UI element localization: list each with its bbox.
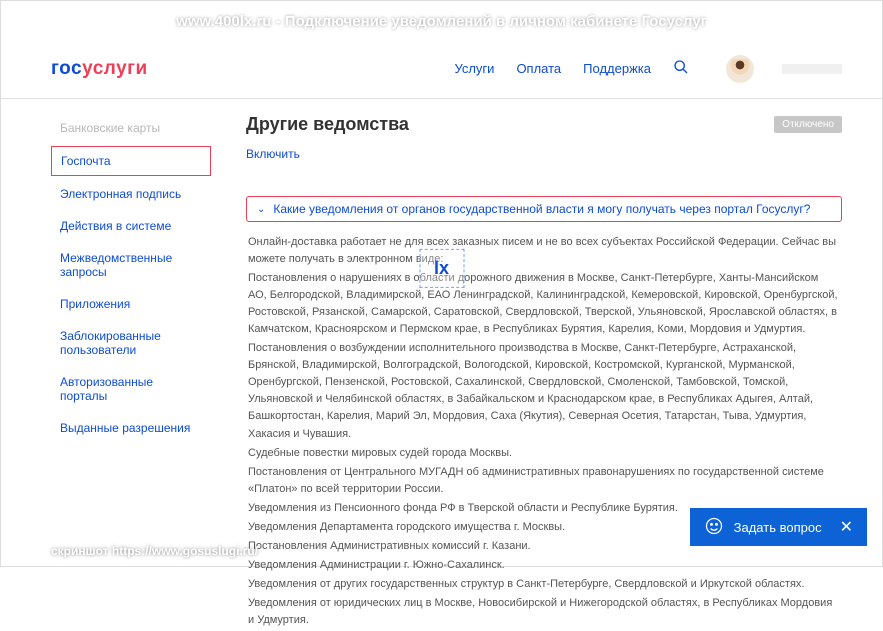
- username-placeholder: [782, 64, 842, 74]
- content-p5: Постановления от Центрального МУГАДН об …: [248, 464, 840, 498]
- content-text: Онлайн-доставка работает не для всех зак…: [246, 234, 842, 629]
- logo-part2: услуги: [82, 58, 148, 79]
- sidebar-item-permissions[interactable]: Выданные разрешения: [51, 414, 211, 442]
- search-icon[interactable]: [673, 59, 689, 78]
- content-p10: Уведомления от других государственных ст…: [248, 576, 840, 593]
- page-title: Другие ведомства: [246, 114, 409, 135]
- watermark-top: www.400lx.ru - Подключение уведомлений в…: [1, 13, 882, 30]
- sidebar-item-apps[interactable]: Приложения: [51, 290, 211, 318]
- chevron-down-icon: ⌄: [257, 204, 265, 215]
- content-p1: Онлайн-доставка работает не для всех зак…: [248, 234, 840, 268]
- chat-icon: [704, 516, 724, 539]
- sidebar-item-blocked[interactable]: Заблокированные пользователи: [51, 322, 211, 364]
- enable-link[interactable]: Включить: [246, 147, 300, 161]
- chat-label: Задать вопрос: [734, 520, 822, 535]
- logo[interactable]: госуслуги: [51, 58, 148, 80]
- sidebar-item-bank-cards[interactable]: Банковские карты: [51, 114, 211, 142]
- sidebar-item-esignature[interactable]: Электронная подпись: [51, 180, 211, 208]
- content-p4: Судебные повестки мировых судей города М…: [248, 445, 840, 462]
- sidebar-item-authorized[interactable]: Авторизованные порталы: [51, 368, 211, 410]
- status-badge: Отключено: [774, 116, 842, 133]
- close-icon[interactable]: ✕: [840, 517, 853, 537]
- logo-part1: гос: [51, 58, 82, 79]
- top-nav: Услуги Оплата Поддержка: [454, 55, 842, 83]
- sidebar-item-actions[interactable]: Действия в системе: [51, 212, 211, 240]
- content-p11: Уведомления от юридических лиц в Москве,…: [248, 595, 840, 629]
- sidebar-item-gospochta[interactable]: Госпочта: [51, 146, 211, 176]
- nav-services[interactable]: Услуги: [454, 61, 494, 76]
- avatar[interactable]: [726, 55, 754, 83]
- content-p3: Постановления о возбуждении исполнительн…: [248, 340, 840, 442]
- main-content: Другие ведомства Отключено Включить ⌄ Ка…: [246, 114, 842, 631]
- content-p9: Уведомления Администрации г. Южно-Сахали…: [248, 557, 840, 574]
- chat-button[interactable]: Задать вопрос ✕: [690, 508, 867, 546]
- nav-support[interactable]: Поддержка: [583, 61, 651, 76]
- header: госуслуги Услуги Оплата Поддержка: [1, 39, 882, 99]
- nav-payment[interactable]: Оплата: [516, 61, 561, 76]
- accordion-header[interactable]: ⌄ Какие уведомления от органов государст…: [246, 196, 842, 222]
- watermark-center: lx: [419, 248, 464, 287]
- content-p2: Постановления о нарушениях в области дор…: [248, 270, 840, 338]
- sidebar-item-inter-requests[interactable]: Межведомственные запросы: [51, 244, 211, 286]
- accordion-question: Какие уведомления от органов государстве…: [273, 202, 810, 216]
- title-row: Другие ведомства Отключено: [246, 114, 842, 135]
- watermark-bottom: скриншот https://www.gosuslugi.ru/: [51, 544, 258, 558]
